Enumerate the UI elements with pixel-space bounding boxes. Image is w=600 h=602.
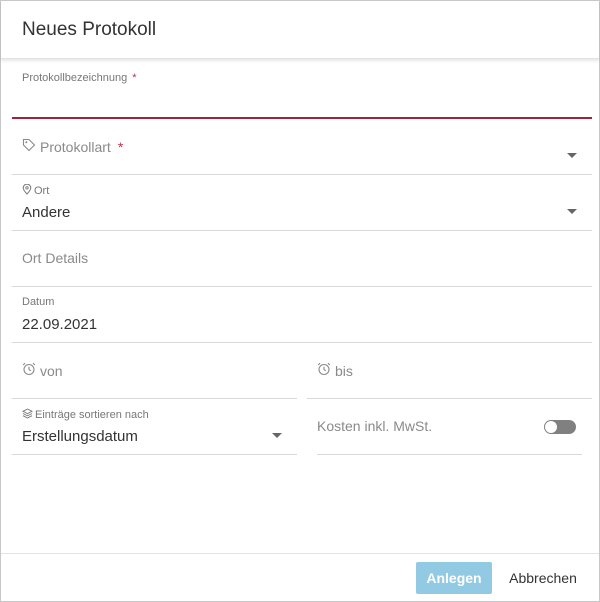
- date-label: Datum: [22, 296, 55, 308]
- alarm-clock-icon: [22, 362, 36, 379]
- protocol-name-field[interactable]: Protokollbezeichnung *: [12, 65, 592, 119]
- location-pin-icon: [22, 183, 32, 198]
- required-mark: *: [132, 72, 137, 84]
- location-details-label: Ort Details: [22, 250, 89, 266]
- cancel-button[interactable]: Abbrechen: [497, 562, 589, 594]
- required-mark: *: [117, 138, 124, 155]
- sort-order-select[interactable]: Einträge sortieren nach Erstellungsdatum: [12, 401, 297, 455]
- footer-divider: [1, 553, 599, 554]
- location-details-field[interactable]: Ort Details: [12, 233, 592, 287]
- protocol-type-select[interactable]: Protokollart *: [12, 121, 592, 175]
- time-from-field[interactable]: von: [12, 345, 297, 399]
- costs-incl-vat-toggle[interactable]: [544, 420, 576, 434]
- new-protocol-dialog: Neues Protokoll Protokollbezeichnung * Pr…: [0, 0, 600, 602]
- chevron-down-icon: [567, 153, 577, 158]
- time-from-label-text: von: [40, 362, 63, 379]
- time-to-label-text: bis: [335, 362, 353, 379]
- sort-order-label: Einträge sortieren nach: [22, 408, 149, 422]
- dialog-title: Neues Protokoll: [22, 19, 157, 40]
- create-button[interactable]: Anlegen: [416, 562, 492, 594]
- costs-incl-vat-label: Kosten inkl. MwSt.: [317, 418, 433, 434]
- tag-icon: [22, 138, 36, 155]
- alarm-clock-icon: [317, 362, 331, 379]
- chevron-down-icon: [567, 209, 577, 214]
- location-label-text: Ort: [34, 185, 50, 197]
- date-field[interactable]: Datum 22.09.2021: [12, 289, 592, 343]
- protocol-name-label: Protokollbezeichnung *: [22, 72, 136, 84]
- location-label: Ort: [22, 183, 50, 198]
- protocol-type-label: Protokollart *: [22, 138, 123, 155]
- protocol-type-label-text: Protokollart: [40, 138, 111, 155]
- sort-order-label-text: Einträge sortieren nach: [35, 409, 149, 421]
- protocol-name-label-text: Protokollbezeichnung: [22, 72, 128, 84]
- location-value: Andere: [22, 204, 71, 221]
- costs-incl-vat-field: Kosten inkl. MwSt.: [317, 401, 582, 455]
- chevron-down-icon: [272, 433, 282, 438]
- time-to-field[interactable]: bis: [307, 345, 592, 399]
- sort-order-value: Erstellungsdatum: [22, 428, 138, 445]
- location-select[interactable]: Ort Andere: [12, 177, 592, 231]
- date-value: 22.09.2021: [22, 316, 98, 333]
- dialog-header: Neues Protokoll: [1, 1, 599, 59]
- layers-icon: [22, 408, 33, 422]
- time-from-label: von: [22, 362, 63, 379]
- toggle-knob: [545, 421, 557, 433]
- time-to-label: bis: [317, 362, 353, 379]
